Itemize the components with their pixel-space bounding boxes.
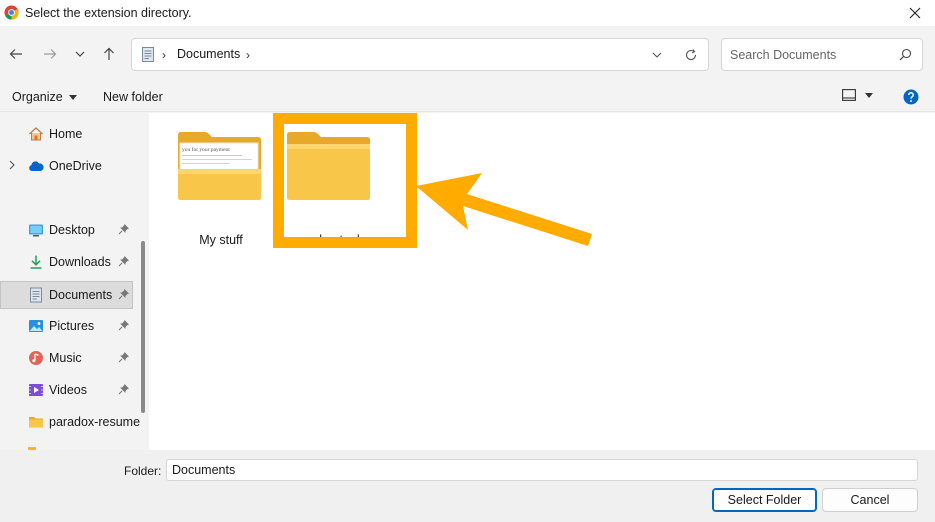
chevron-down-icon bbox=[75, 51, 85, 57]
folder-icon bbox=[178, 132, 261, 200]
folder-name: My stuff bbox=[199, 233, 243, 247]
pin-icon[interactable] bbox=[118, 288, 130, 300]
sidebar-scrollbar[interactable] bbox=[141, 241, 145, 413]
arrow-annotation-icon bbox=[416, 173, 592, 246]
search-input[interactable] bbox=[730, 46, 890, 64]
download-icon bbox=[30, 255, 42, 269]
arrow-up-icon bbox=[104, 47, 114, 60]
new-folder-label: New folder bbox=[103, 90, 163, 104]
search-icon[interactable] bbox=[899, 48, 912, 61]
desktop-icon bbox=[29, 224, 43, 237]
help-button[interactable] bbox=[903, 89, 919, 105]
navigation-bar: › Documents › bbox=[0, 26, 935, 82]
select-folder-button[interactable]: Select Folder bbox=[712, 488, 817, 512]
sidebar-item-onedrive[interactable]: OneDrive bbox=[0, 153, 133, 179]
pin-icon[interactable] bbox=[118, 383, 130, 395]
sidebar-item-pictures[interactable]: Pictures bbox=[0, 313, 133, 339]
document-icon bbox=[30, 287, 42, 303]
address-history-button[interactable] bbox=[648, 46, 666, 64]
sidebar-item-label: Desktop bbox=[49, 223, 95, 237]
organize-menu[interactable]: Organize bbox=[12, 90, 77, 104]
back-button[interactable] bbox=[4, 42, 28, 66]
sidebar-item-videos[interactable]: Videos bbox=[0, 377, 133, 403]
sidebar-item-label: OneDrive bbox=[49, 159, 102, 173]
sidebar-item-downloads[interactable]: Downloads bbox=[0, 249, 133, 275]
sidebar-item-label: Documents bbox=[49, 288, 113, 302]
search-box[interactable] bbox=[721, 38, 923, 71]
document-icon bbox=[142, 47, 154, 62]
pin-icon[interactable] bbox=[118, 351, 130, 363]
music-icon bbox=[29, 351, 43, 365]
view-icon bbox=[842, 89, 856, 101]
cloud-icon bbox=[29, 161, 44, 171]
organize-label: Organize bbox=[12, 90, 63, 104]
pin-icon[interactable] bbox=[118, 223, 130, 235]
breadcrumb-separator[interactable]: › bbox=[246, 48, 250, 62]
sidebar-item-label: Pictures bbox=[49, 319, 95, 333]
highlight-box bbox=[273, 113, 417, 248]
file-list: you for your payment My stuff paradox-to… bbox=[149, 113, 935, 450]
up-button[interactable] bbox=[97, 42, 121, 66]
sidebar-item-label: Home bbox=[49, 127, 83, 141]
help-icon bbox=[903, 89, 919, 105]
sidebar-item-paradox-resume[interactable]: paradox-resume bbox=[0, 409, 140, 435]
dialog-footer: Folder: Select Folder Cancel bbox=[0, 450, 935, 522]
new-folder-button[interactable]: New folder bbox=[103, 90, 163, 104]
sidebar-item-desktop[interactable]: Desktop bbox=[0, 217, 133, 243]
refresh-button[interactable] bbox=[682, 46, 700, 64]
sidebar-item-home[interactable]: Home bbox=[0, 121, 133, 147]
breadcrumb-separator: › bbox=[162, 48, 166, 62]
folder-item-my-stuff[interactable]: you for your payment My stuff bbox=[174, 129, 268, 247]
sidebar-item-label: Videos bbox=[49, 383, 87, 397]
view-options-button[interactable] bbox=[842, 89, 873, 101]
address-bar[interactable]: › Documents › bbox=[131, 38, 709, 71]
arrow-right-icon bbox=[44, 49, 57, 59]
close-button[interactable] bbox=[895, 0, 935, 26]
sidebar-item-label: Music bbox=[49, 351, 82, 365]
cancel-button[interactable]: Cancel bbox=[822, 488, 918, 512]
folder-preview-text: you for your payment bbox=[182, 147, 230, 153]
chevron-right-icon[interactable] bbox=[8, 160, 16, 170]
navigation-pane: Home OneDrive Desktop Downloads Document… bbox=[0, 113, 149, 450]
folder-icon bbox=[29, 417, 43, 428]
close-icon bbox=[909, 7, 921, 19]
sidebar-item-label: paradox-resume bbox=[49, 415, 141, 429]
folder-input[interactable] bbox=[166, 459, 918, 481]
sidebar-item-documents[interactable]: Documents bbox=[0, 281, 133, 309]
command-bar: Organize New folder bbox=[0, 82, 935, 112]
recent-locations-button[interactable] bbox=[68, 42, 92, 66]
pin-icon[interactable] bbox=[118, 319, 130, 331]
forward-button[interactable] bbox=[38, 42, 62, 66]
refresh-icon bbox=[685, 49, 697, 61]
arrow-left-icon bbox=[9, 49, 22, 59]
caret-down-icon bbox=[865, 92, 873, 98]
sidebar-item-label: Downloads bbox=[49, 255, 111, 269]
chevron-down-icon bbox=[652, 52, 662, 58]
video-icon bbox=[29, 384, 43, 396]
caret-down-icon bbox=[68, 94, 77, 100]
pictures-icon bbox=[29, 320, 43, 332]
sidebar-item-music[interactable]: Music bbox=[0, 345, 133, 371]
home-icon bbox=[29, 127, 43, 141]
breadcrumb-documents[interactable]: Documents bbox=[177, 47, 240, 61]
title-bar: Select the extension directory. bbox=[0, 0, 935, 26]
chrome-icon bbox=[4, 5, 19, 20]
pin-icon[interactable] bbox=[118, 255, 130, 267]
window-title: Select the extension directory. bbox=[25, 6, 192, 20]
folder-field-label: Folder: bbox=[124, 464, 162, 478]
